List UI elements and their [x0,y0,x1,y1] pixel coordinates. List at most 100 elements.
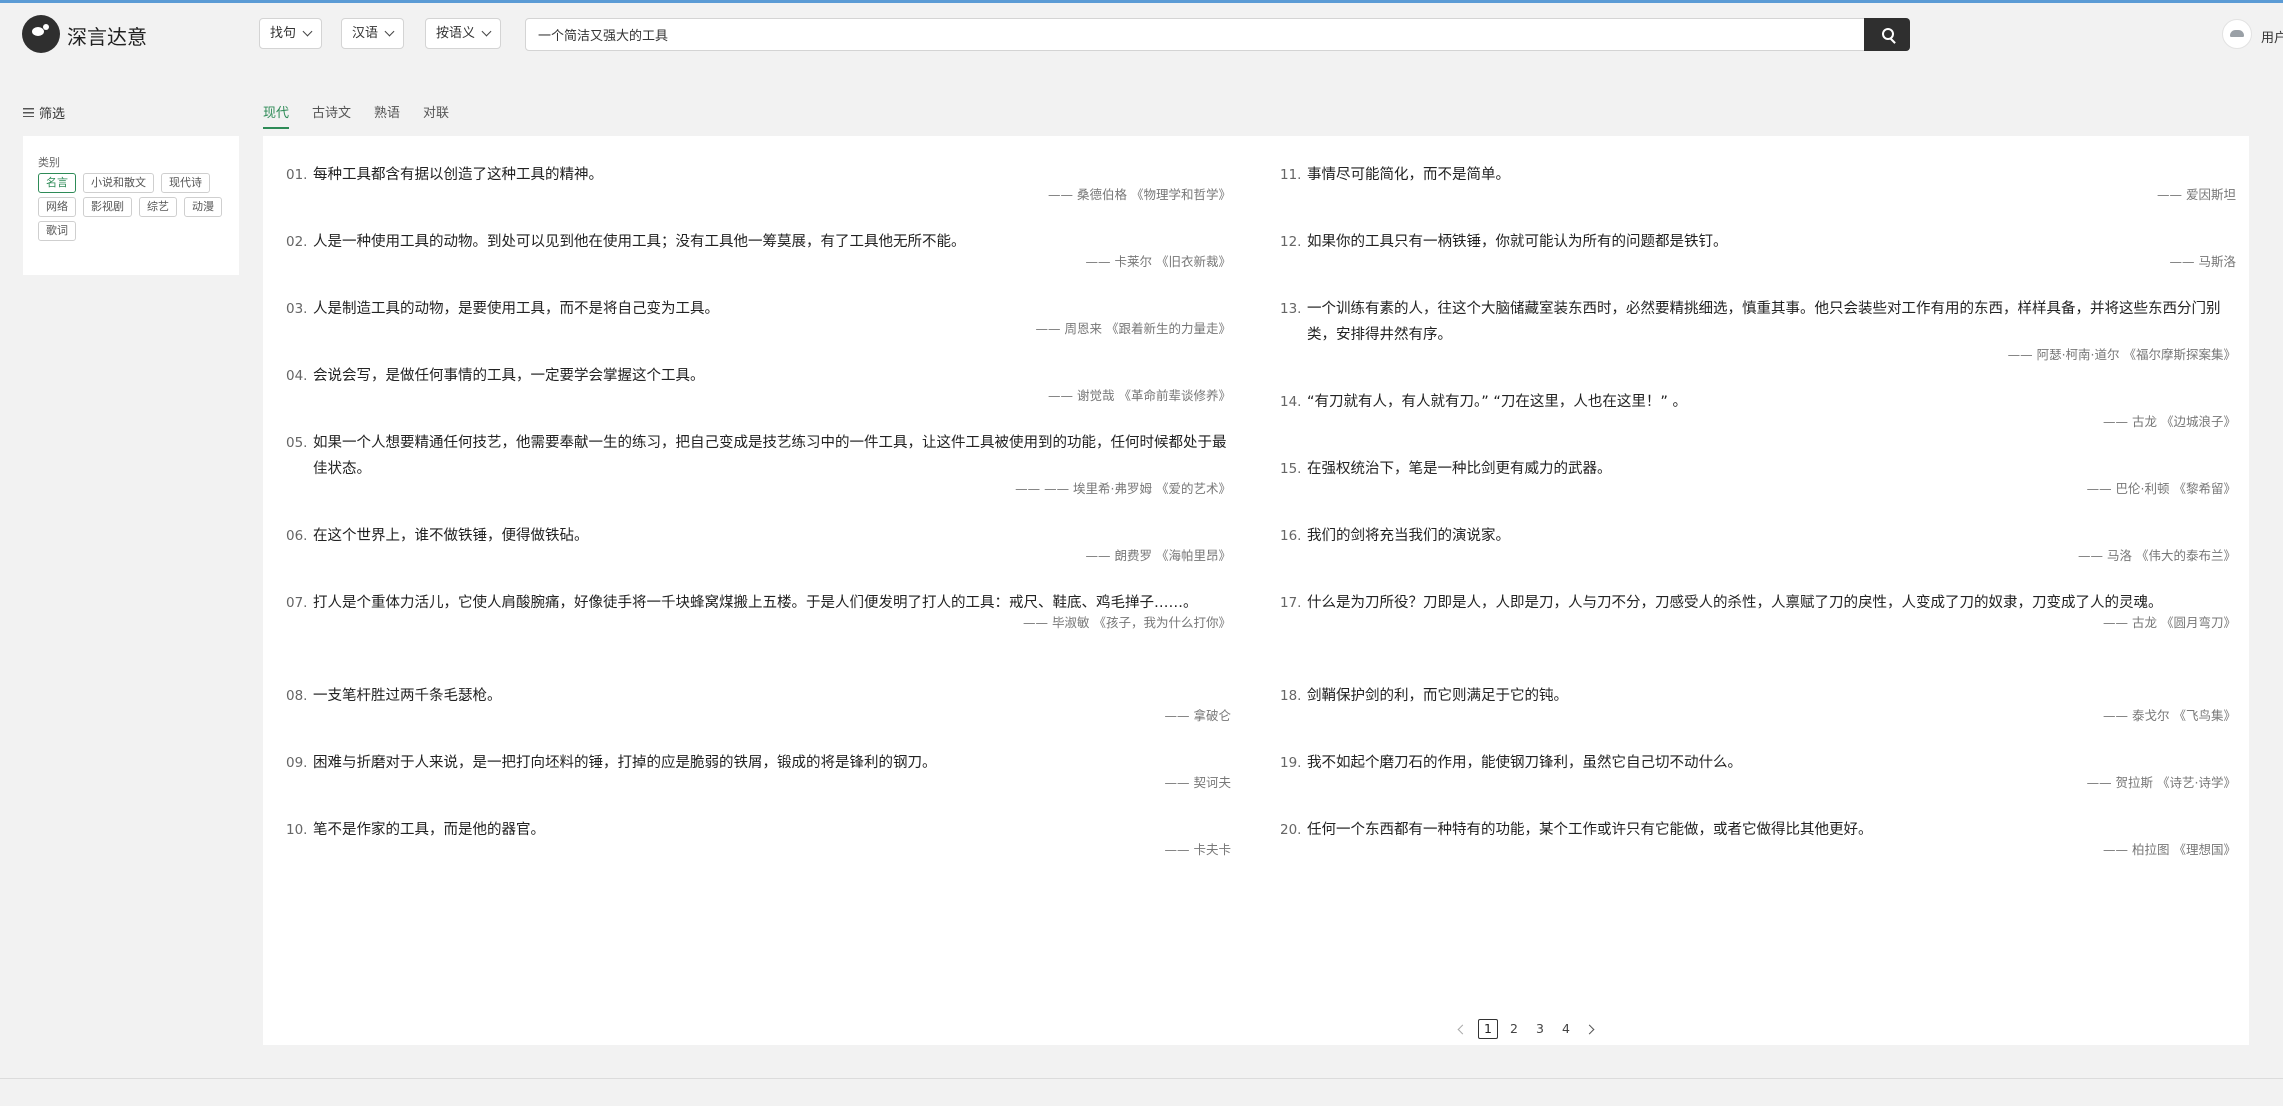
quote-text[interactable]: 在强权统治下，笔是一种比剑更有威力的武器。 [1307,456,2236,482]
quote-text[interactable]: 任何一个东西都有一种特有的功能，某个工作或许只有它能做，或者它做得比其他更好。 [1307,817,2236,843]
search-input[interactable] [525,18,1910,51]
quote-item: 16. 我们的剑将充当我们的演说家。 —— 马洛 《伟大的泰布兰》 [1280,523,2236,590]
quote-number: 16. [1280,528,1302,544]
quote-attribution: —— 周恩来 《跟着新生的力量走》 [1035,321,1231,336]
category-label: 类别 [38,156,60,169]
quote-text[interactable]: 人是制造工具的动物，是要使用工具，而不是将自己变为工具。 [313,296,1231,322]
category-tag[interactable]: 动漫 [184,197,222,217]
tab-2[interactable]: 熟语 [374,102,400,129]
quote-number: 15. [1280,461,1302,477]
quote-text[interactable]: 人是一种使用工具的动物。到处可以见到他在使用工具；没有工具他一筹莫展，有了工具他… [313,229,1231,255]
quote-text[interactable]: 我们的剑将充当我们的演说家。 [1307,523,2236,549]
category-tag[interactable]: 影视剧 [83,197,132,217]
quote-number: 04. [286,368,308,384]
quote-text[interactable]: 困难与折磨对于人来说，是一把打向坯料的锤，打掉的应是脆弱的铁屑，锻成的将是锋利的… [313,750,1231,776]
results-column-right: 11. 事情尽可能简化，而不是简单。 —— 爱因斯坦 12. 如果你的工具只有一柄铁锤，… [1280,162,2236,884]
page-number[interactable]: 1 [1478,1019,1498,1039]
logo-icon[interactable] [22,15,60,53]
filter-title-label: 筛选 [39,107,66,122]
quote-line: 01. 每种工具都含有据以创造了这种工具的精神。 [286,162,1231,188]
quote-number: 10. [286,822,308,838]
quote-item: 17. 什么是为刀所役？刀即是人，人即是刀，人与刀不分，刀感受人的杀性，人禀赋了刀… [1280,590,2236,683]
user-label[interactable]: 用户 [2261,27,2283,46]
quote-text[interactable]: 一支笔杆胜过两千条毛瑟枪。 [313,683,1231,709]
tab-bar: 现代 古诗文 熟语 对联 [263,102,449,129]
avatar[interactable] [2222,19,2252,49]
quote-text[interactable]: 笔不是作家的工具，而是他的器官。 [313,817,1231,843]
chevron-down-icon [302,26,313,37]
quote-text[interactable]: 事情尽可能简化，而不是简单。 [1307,162,2236,188]
results-column-left: 01. 每种工具都含有据以创造了这种工具的精神。 —— 桑德伯格 《物理学和哲学》 0… [286,162,1231,884]
category-tag[interactable]: 网络 [38,197,76,217]
quote-number: 09. [286,755,308,771]
quote-number: 17. [1280,595,1302,611]
quote-item: 06. 在这个世界上，谁不做铁锤，便得做铁砧。 —— 朗费罗 《海帕里昂》 [286,523,1231,590]
quote-text[interactable]: 如果你的工具只有一柄铁锤，你就可能认为所有的问题都是铁钉。 [1307,229,2236,255]
search-button[interactable] [1864,18,1910,51]
quote-line: 10. 笔不是作家的工具，而是他的器官。 [286,817,1231,843]
quote-attribution: —— 古龙 《圆月弯刀》 [2103,615,2236,630]
quote-text[interactable]: “有刀就有人，有人就有刀。” “刀在这里，人也在这里！” 。 [1307,389,2236,415]
language-dropdown-label: 汉语 [352,26,379,41]
quote-text[interactable]: 在这个世界上，谁不做铁锤，便得做铁砧。 [313,523,1231,549]
quote-attribution: —— 朗费罗 《海帕里昂》 [1085,548,1231,563]
quote-attribution: —— 阿瑟·柯南·道尔 《福尔摩斯探案集》 [2007,347,2236,362]
quote-line: 13. 一个训练有素的人，往这个大脑储藏室装东西时，必然要精挑细选，慎重其事。他只… [1280,296,2236,348]
tab-1[interactable]: 古诗文 [312,102,351,129]
chevron-down-icon [481,26,492,37]
match-dropdown-label: 按语义 [436,26,476,41]
match-dropdown[interactable]: 按语义 [425,18,502,49]
quote-line: 04. 会说会写，是做任何事情的工具，一定要学会掌握这个工具。 [286,363,1231,389]
quote-number: 08. [286,688,308,704]
quote-number: 14. [1280,394,1302,410]
quote-number: 12. [1280,234,1302,250]
quote-number: 06. [286,528,308,544]
quote-number: 19. [1280,755,1302,771]
quote-item: 20. 任何一个东西都有一种特有的功能，某个工作或许只有它能做，或者它做得比其他更… [1280,817,2236,884]
quote-item: 05. 如果一个人想要精通任何技艺，他需要奉献一生的练习，把自己变成是技艺练习中的… [286,430,1231,523]
quote-text[interactable]: 每种工具都含有据以创造了这种工具的精神。 [313,162,1231,188]
page-number[interactable]: 3 [1530,1019,1550,1039]
page-number[interactable]: 2 [1504,1019,1524,1039]
quote-text[interactable]: 打人是个重体力活儿，它使人肩酸腕痛，好像徒手将一千块蜂窝煤搬上五楼。于是人们便发… [313,590,1231,616]
prev-page-icon[interactable] [1457,1024,1468,1034]
mode-dropdown[interactable]: 找句 [259,18,323,49]
language-dropdown[interactable]: 汉语 [341,18,405,49]
quote-text[interactable]: 如果一个人想要精通任何技艺，他需要奉献一生的练习，把自己变成是技艺练习中的一件工… [313,430,1231,482]
filter-title[interactable]: 筛选 [23,103,65,122]
category-tag[interactable]: 现代诗 [161,173,210,193]
category-tag[interactable]: 歌词 [38,221,76,241]
quote-attribution: —— —— 埃里希·弗罗姆 《爱的艺术》 [1015,481,1231,496]
quote-line: 17. 什么是为刀所役？刀即是人，人即是刀，人与刀不分，刀感受人的杀性，人禀赋了刀… [1280,590,2236,616]
quote-attribution: —— 柏拉图 《理想国》 [2103,842,2236,857]
results-panel: 01. 每种工具都含有据以创造了这种工具的精神。 —— 桑德伯格 《物理学和哲学》 0… [263,136,2249,1045]
quote-item: 18. 剑鞘保护剑的利，而它则满足于它的钝。 —— 泰戈尔 《飞鸟集》 [1280,683,2236,750]
category-tag[interactable]: 综艺 [139,197,177,217]
quote-text[interactable]: 我不如起个磨刀石的作用，能使钢刀锋利，虽然它自己切不动什么。 [1307,750,2236,776]
quote-number: 11. [1280,167,1302,183]
page-number[interactable]: 4 [1556,1019,1576,1039]
next-page-icon[interactable] [1584,1024,1595,1034]
search-icon-handle [1890,38,1896,44]
quote-line: 02. 人是一种使用工具的动物。到处可以见到他在使用工具；没有工具他一筹莫展，有了… [286,229,1231,255]
category-tag[interactable]: 小说和散文 [83,173,154,193]
header: 深言达意 找句 汉语 按语义 用户 [0,3,2283,63]
quote-item: 13. 一个训练有素的人，往这个大脑储藏室装东西时，必然要精挑细选，慎重其事。他只… [1280,296,2236,389]
quote-text[interactable]: 剑鞘保护剑的利，而它则满足于它的钝。 [1307,683,2236,709]
quote-line: 16. 我们的剑将充当我们的演说家。 [1280,523,2236,549]
quote-text[interactable]: 一个训练有素的人，往这个大脑储藏室装东西时，必然要精挑细选，慎重其事。他只会装些… [1307,296,2236,348]
tab-3[interactable]: 对联 [423,102,449,129]
tab-0[interactable]: 现代 [263,102,290,129]
category-tags: 名言 小说和散文 现代诗网络 影视剧 综艺 动漫歌词 [38,173,228,241]
quote-line: 12. 如果你的工具只有一柄铁锤，你就可能认为所有的问题都是铁钉。 [1280,229,2236,255]
quote-attribution: —— 巴伦·利顿 《黎希留》 [2086,481,2236,496]
filter-panel: 类别 名言 小说和散文 现代诗网络 影视剧 综艺 动漫歌词 [23,136,239,275]
quote-item: 15. 在强权统治下，笔是一种比剑更有威力的武器。 —— 巴伦·利顿 《黎希留》 [1280,456,2236,523]
footer-divider [0,1078,2283,1079]
quote-item: 01. 每种工具都含有据以创造了这种工具的精神。 —— 桑德伯格 《物理学和哲学》 [286,162,1231,229]
quote-text[interactable]: 会说会写，是做任何事情的工具，一定要学会掌握这个工具。 [313,363,1231,389]
quote-text[interactable]: 什么是为刀所役？刀即是人，人即是刀，人与刀不分，刀感受人的杀性，人禀赋了刀的戾性… [1307,590,2236,616]
chevron-down-icon [384,26,395,37]
category-tag[interactable]: 名言 [38,173,76,193]
quote-item: 10. 笔不是作家的工具，而是他的器官。 —— 卡夫卡 [286,817,1231,884]
